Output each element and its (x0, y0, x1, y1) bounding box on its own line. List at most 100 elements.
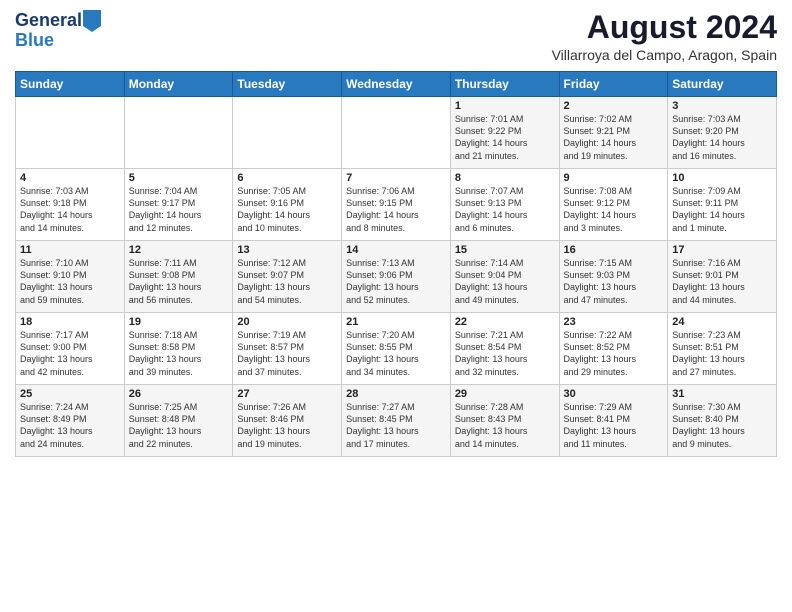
day-info: Sunrise: 7:03 AM Sunset: 9:18 PM Dayligh… (20, 185, 120, 234)
day-cell: 25Sunrise: 7:24 AM Sunset: 8:49 PM Dayli… (16, 385, 125, 457)
day-number: 26 (129, 388, 229, 400)
day-number: 29 (455, 388, 555, 400)
day-cell: 29Sunrise: 7:28 AM Sunset: 8:43 PM Dayli… (450, 385, 559, 457)
week-row-5: 25Sunrise: 7:24 AM Sunset: 8:49 PM Dayli… (16, 385, 777, 457)
day-cell: 18Sunrise: 7:17 AM Sunset: 9:00 PM Dayli… (16, 313, 125, 385)
day-number: 9 (564, 172, 664, 184)
day-info: Sunrise: 7:23 AM Sunset: 8:51 PM Dayligh… (672, 329, 772, 378)
day-info: Sunrise: 7:30 AM Sunset: 8:40 PM Dayligh… (672, 401, 772, 450)
day-number: 14 (346, 244, 446, 256)
day-info: Sunrise: 7:02 AM Sunset: 9:21 PM Dayligh… (564, 113, 664, 162)
logo: General Blue (15, 10, 101, 51)
day-cell: 11Sunrise: 7:10 AM Sunset: 9:10 PM Dayli… (16, 241, 125, 313)
day-info: Sunrise: 7:04 AM Sunset: 9:17 PM Dayligh… (129, 185, 229, 234)
day-number: 11 (20, 244, 120, 256)
day-cell: 15Sunrise: 7:14 AM Sunset: 9:04 PM Dayli… (450, 241, 559, 313)
day-number: 31 (672, 388, 772, 400)
day-number: 5 (129, 172, 229, 184)
page: General Blue August 2024 Villarroya del … (0, 0, 792, 467)
day-number: 23 (564, 316, 664, 328)
week-row-4: 18Sunrise: 7:17 AM Sunset: 9:00 PM Dayli… (16, 313, 777, 385)
weekday-header-thursday: Thursday (450, 72, 559, 97)
day-cell: 22Sunrise: 7:21 AM Sunset: 8:54 PM Dayli… (450, 313, 559, 385)
day-info: Sunrise: 7:06 AM Sunset: 9:15 PM Dayligh… (346, 185, 446, 234)
day-cell: 30Sunrise: 7:29 AM Sunset: 8:41 PM Dayli… (559, 385, 668, 457)
week-row-3: 11Sunrise: 7:10 AM Sunset: 9:10 PM Dayli… (16, 241, 777, 313)
header-row: SundayMondayTuesdayWednesdayThursdayFrid… (16, 72, 777, 97)
day-info: Sunrise: 7:13 AM Sunset: 9:06 PM Dayligh… (346, 257, 446, 306)
day-number: 30 (564, 388, 664, 400)
day-number: 16 (564, 244, 664, 256)
day-cell: 7Sunrise: 7:06 AM Sunset: 9:15 PM Daylig… (342, 169, 451, 241)
day-cell (233, 97, 342, 169)
main-title: August 2024 (552, 10, 777, 45)
day-cell: 19Sunrise: 7:18 AM Sunset: 8:58 PM Dayli… (124, 313, 233, 385)
day-cell: 13Sunrise: 7:12 AM Sunset: 9:07 PM Dayli… (233, 241, 342, 313)
title-block: August 2024 Villarroya del Campo, Aragon… (552, 10, 777, 63)
day-cell: 9Sunrise: 7:08 AM Sunset: 9:12 PM Daylig… (559, 169, 668, 241)
day-cell: 24Sunrise: 7:23 AM Sunset: 8:51 PM Dayli… (668, 313, 777, 385)
day-cell: 20Sunrise: 7:19 AM Sunset: 8:57 PM Dayli… (233, 313, 342, 385)
day-info: Sunrise: 7:22 AM Sunset: 8:52 PM Dayligh… (564, 329, 664, 378)
weekday-header-tuesday: Tuesday (233, 72, 342, 97)
day-info: Sunrise: 7:09 AM Sunset: 9:11 PM Dayligh… (672, 185, 772, 234)
logo-blue: Blue (15, 30, 101, 51)
day-cell: 4Sunrise: 7:03 AM Sunset: 9:18 PM Daylig… (16, 169, 125, 241)
day-number: 7 (346, 172, 446, 184)
header: General Blue August 2024 Villarroya del … (15, 10, 777, 63)
day-number: 4 (20, 172, 120, 184)
day-cell: 8Sunrise: 7:07 AM Sunset: 9:13 PM Daylig… (450, 169, 559, 241)
day-number: 15 (455, 244, 555, 256)
day-number: 20 (237, 316, 337, 328)
subtitle: Villarroya del Campo, Aragon, Spain (552, 47, 777, 63)
day-cell (16, 97, 125, 169)
day-cell: 2Sunrise: 7:02 AM Sunset: 9:21 PM Daylig… (559, 97, 668, 169)
day-cell: 21Sunrise: 7:20 AM Sunset: 8:55 PM Dayli… (342, 313, 451, 385)
day-cell (342, 97, 451, 169)
day-info: Sunrise: 7:14 AM Sunset: 9:04 PM Dayligh… (455, 257, 555, 306)
day-number: 19 (129, 316, 229, 328)
calendar-table: SundayMondayTuesdayWednesdayThursdayFrid… (15, 71, 777, 457)
day-number: 21 (346, 316, 446, 328)
day-cell: 26Sunrise: 7:25 AM Sunset: 8:48 PM Dayli… (124, 385, 233, 457)
day-cell: 31Sunrise: 7:30 AM Sunset: 8:40 PM Dayli… (668, 385, 777, 457)
day-number: 1 (455, 100, 555, 112)
day-cell: 3Sunrise: 7:03 AM Sunset: 9:20 PM Daylig… (668, 97, 777, 169)
day-info: Sunrise: 7:25 AM Sunset: 8:48 PM Dayligh… (129, 401, 229, 450)
day-info: Sunrise: 7:20 AM Sunset: 8:55 PM Dayligh… (346, 329, 446, 378)
day-info: Sunrise: 7:21 AM Sunset: 8:54 PM Dayligh… (455, 329, 555, 378)
day-info: Sunrise: 7:28 AM Sunset: 8:43 PM Dayligh… (455, 401, 555, 450)
week-row-2: 4Sunrise: 7:03 AM Sunset: 9:18 PM Daylig… (16, 169, 777, 241)
day-info: Sunrise: 7:08 AM Sunset: 9:12 PM Dayligh… (564, 185, 664, 234)
day-info: Sunrise: 7:10 AM Sunset: 9:10 PM Dayligh… (20, 257, 120, 306)
day-number: 3 (672, 100, 772, 112)
day-cell: 14Sunrise: 7:13 AM Sunset: 9:06 PM Dayli… (342, 241, 451, 313)
day-info: Sunrise: 7:07 AM Sunset: 9:13 PM Dayligh… (455, 185, 555, 234)
day-cell: 10Sunrise: 7:09 AM Sunset: 9:11 PM Dayli… (668, 169, 777, 241)
day-info: Sunrise: 7:29 AM Sunset: 8:41 PM Dayligh… (564, 401, 664, 450)
day-number: 10 (672, 172, 772, 184)
day-cell: 1Sunrise: 7:01 AM Sunset: 9:22 PM Daylig… (450, 97, 559, 169)
weekday-header-saturday: Saturday (668, 72, 777, 97)
day-info: Sunrise: 7:11 AM Sunset: 9:08 PM Dayligh… (129, 257, 229, 306)
day-cell: 28Sunrise: 7:27 AM Sunset: 8:45 PM Dayli… (342, 385, 451, 457)
day-cell: 6Sunrise: 7:05 AM Sunset: 9:16 PM Daylig… (233, 169, 342, 241)
day-number: 25 (20, 388, 120, 400)
day-number: 13 (237, 244, 337, 256)
day-info: Sunrise: 7:18 AM Sunset: 8:58 PM Dayligh… (129, 329, 229, 378)
day-number: 12 (129, 244, 229, 256)
day-number: 6 (237, 172, 337, 184)
logo-general: General (15, 10, 82, 30)
day-info: Sunrise: 7:24 AM Sunset: 8:49 PM Dayligh… (20, 401, 120, 450)
day-number: 24 (672, 316, 772, 328)
day-number: 27 (237, 388, 337, 400)
day-number: 8 (455, 172, 555, 184)
day-info: Sunrise: 7:17 AM Sunset: 9:00 PM Dayligh… (20, 329, 120, 378)
day-info: Sunrise: 7:16 AM Sunset: 9:01 PM Dayligh… (672, 257, 772, 306)
day-info: Sunrise: 7:27 AM Sunset: 8:45 PM Dayligh… (346, 401, 446, 450)
day-number: 18 (20, 316, 120, 328)
day-info: Sunrise: 7:01 AM Sunset: 9:22 PM Dayligh… (455, 113, 555, 162)
day-cell (124, 97, 233, 169)
day-info: Sunrise: 7:03 AM Sunset: 9:20 PM Dayligh… (672, 113, 772, 162)
day-number: 28 (346, 388, 446, 400)
